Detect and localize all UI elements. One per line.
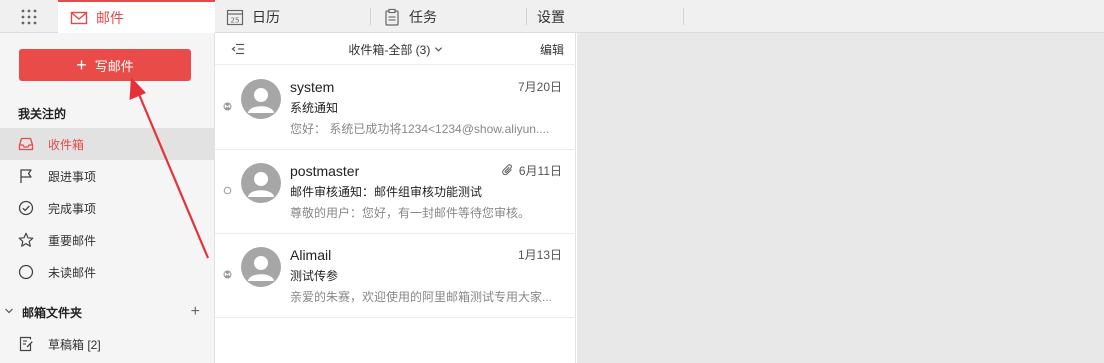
tab-tasks[interactable]: 任务 [383, 0, 437, 33]
sidebar-item-label: 未读邮件 [48, 265, 97, 280]
message-row[interactable]: Alimail 1月13日 测试传参 亲爱的朱赛，欢迎使用的阿里邮箱测试专用大家… [215, 234, 576, 318]
sidebar: + 写邮件 我关注的 收件箱 跟进事项 完成事项 重要邮件 未读邮件 邮箱文件夹… [0, 33, 215, 363]
app-grid-icon[interactable] [0, 0, 58, 33]
sidebar-item-follow-up[interactable]: 跟进事项 [0, 160, 214, 192]
message-subject: 测试传参 [290, 269, 339, 283]
message-list: 收件箱-全部 (3) 编辑 system 7月20日 系统通知 您好： 系统已成… [215, 33, 576, 363]
folders-header[interactable]: 邮箱文件夹 + [0, 300, 214, 324]
message-sender: system [290, 79, 335, 95]
avatar [241, 247, 281, 287]
chevron-down-icon [434, 43, 443, 57]
compose-button[interactable]: + 写邮件 [19, 49, 191, 81]
compose-label: 写邮件 [94, 58, 134, 74]
avatar [241, 163, 281, 203]
flag-icon [18, 168, 34, 184]
tab-divider [526, 8, 527, 25]
chevron-down-icon[interactable] [4, 305, 16, 319]
avatar [241, 79, 281, 119]
folder-filter-label: 收件箱-全部 (3) [348, 43, 431, 57]
sidebar-item-inbox[interactable]: 收件箱 [0, 128, 214, 160]
draft-icon [18, 336, 34, 352]
message-date: 7月20日 [517, 80, 562, 94]
sidebar-item-drafts[interactable]: 草稿箱 [2] [0, 328, 214, 360]
sidebar-item-label: 收件箱 [48, 137, 85, 152]
tab-settings[interactable]: 设置 [537, 0, 565, 33]
add-folder-icon[interactable]: + [191, 303, 200, 321]
message-date: 6月11日 [518, 164, 562, 178]
sidebar-item-important[interactable]: 重要邮件 [0, 224, 214, 256]
read-status-icon[interactable] [223, 100, 232, 111]
message-sender: postmaster [290, 163, 360, 179]
tab-calendar[interactable]: 25 日历 [226, 0, 280, 33]
tab-mail[interactable]: 邮件 [58, 0, 215, 34]
reading-pane [577, 33, 1104, 363]
attachment-icon [502, 164, 514, 176]
clipboard-icon [383, 8, 401, 26]
svg-text:25: 25 [231, 16, 240, 24]
followed-section-title: 我关注的 [18, 107, 67, 121]
calendar-icon: 25 [226, 8, 244, 26]
message-preview: 亲爱的朱赛，欢迎使用的阿里邮箱测试专用大家... [290, 290, 553, 304]
message-preview: 您好： 系统已成功将1234<1234@show.aliyun.... [290, 122, 550, 136]
edit-button[interactable]: 编辑 [540, 41, 564, 58]
tab-divider [370, 8, 371, 25]
sidebar-item-done[interactable]: 完成事项 [0, 192, 214, 224]
mail-icon [70, 9, 88, 27]
star-icon [18, 232, 34, 248]
read-status-icon[interactable] [223, 268, 232, 279]
tab-settings-label: 设置 [537, 8, 565, 25]
tab-divider [683, 8, 684, 25]
tab-calendar-label: 日历 [252, 8, 280, 25]
message-list-header: 收件箱-全部 (3) 编辑 [215, 33, 576, 65]
unread-status-icon[interactable] [223, 184, 232, 195]
message-subject: 系统通知 [290, 101, 339, 115]
check-circle-icon [18, 200, 34, 216]
tab-tasks-label: 任务 [409, 8, 437, 25]
message-preview: 尊敬的用户：您好，有一封邮件等待您审核。 [290, 206, 531, 220]
sidebar-item-label: 完成事项 [48, 201, 97, 216]
plus-icon: + [76, 55, 87, 75]
message-sender: Alimail [290, 247, 332, 263]
sidebar-item-label: 跟进事项 [48, 169, 97, 184]
sidebar-item-label: 草稿箱 [2] [48, 337, 101, 352]
folders-title: 邮箱文件夹 [22, 305, 83, 320]
message-row[interactable]: postmaster 6月11日 邮件审核通知：邮件组审核功能测试 尊敬的用户：… [215, 150, 576, 234]
tab-mail-label: 邮件 [96, 10, 124, 26]
folder-filter-dropdown[interactable]: 收件箱-全部 (3) [215, 41, 576, 58]
circle-icon [18, 264, 34, 280]
message-row[interactable]: system 7月20日 系统通知 您好： 系统已成功将1234<1234@sh… [215, 66, 576, 150]
top-nav: 邮件 25 日历 任务 设置 [0, 0, 1104, 34]
message-subject: 邮件审核通知：邮件组审核功能测试 [290, 185, 483, 199]
sidebar-item-unread[interactable]: 未读邮件 [0, 256, 214, 288]
message-date: 1月13日 [517, 248, 562, 262]
sidebar-item-label: 重要邮件 [48, 233, 97, 248]
inbox-icon [18, 136, 34, 152]
